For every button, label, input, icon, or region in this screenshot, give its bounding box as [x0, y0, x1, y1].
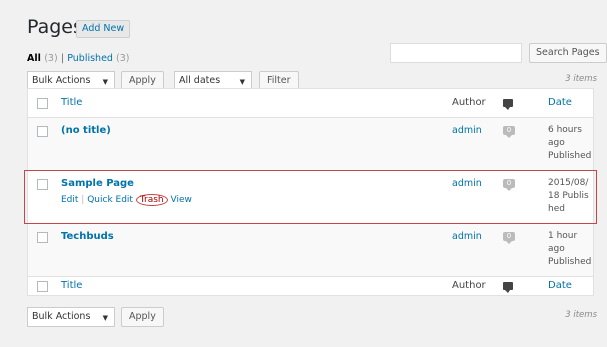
bulk-actions-select-bottom[interactable]: Bulk Actions ▼	[27, 307, 115, 327]
filter-all-label: All	[27, 53, 41, 64]
apply-button-bottom[interactable]: Apply	[121, 307, 164, 327]
select-all-checkbox-footer[interactable]	[37, 281, 48, 292]
search-input[interactable]	[390, 43, 522, 63]
column-title-header[interactable]: Title	[61, 97, 82, 108]
page-title-link[interactable]: (no title)	[61, 125, 111, 136]
comments-icon[interactable]	[503, 99, 513, 110]
row-checkbox[interactable]	[37, 232, 48, 243]
table-row: Techbuds admin 0 1 hour ago Published	[28, 224, 593, 276]
filter-published-count: (3)	[115, 53, 130, 64]
search-pages-button[interactable]: Search Pages	[529, 43, 607, 63]
column-author-footer: Author	[452, 280, 486, 291]
filter-all-link[interactable]: All (3)	[27, 53, 61, 64]
items-count-top: 3 items	[565, 74, 597, 84]
table-row: (no title) admin 0 6 hours ago Published	[28, 118, 593, 170]
filter-separator: |	[60, 53, 65, 64]
dropdown-arrow-icon: ▼	[102, 314, 108, 322]
comment-count-bubble[interactable]: 0	[503, 232, 515, 244]
highlight-annotation	[24, 170, 597, 224]
dates-value: All dates	[179, 75, 221, 86]
filter-published-link[interactable]: Published (3)	[67, 53, 129, 64]
column-author-header: Author	[452, 97, 486, 108]
status-filters: All (3) | Published (3)	[27, 53, 129, 64]
author-link[interactable]: admin	[452, 231, 482, 242]
row-date: 6 hours ago Published	[548, 125, 592, 161]
row-checkbox[interactable]	[37, 126, 48, 137]
bulk-actions-value: Bulk Actions	[32, 75, 91, 86]
comments-icon[interactable]	[503, 282, 513, 293]
comment-count-bubble[interactable]: 0	[503, 126, 515, 138]
column-date-footer[interactable]: Date	[548, 280, 572, 291]
author-link[interactable]: admin	[452, 125, 482, 136]
page-title: Pages	[27, 16, 83, 38]
page-title-link[interactable]: Techbuds	[61, 231, 114, 242]
row-date: 1 hour ago Published	[548, 231, 592, 267]
filter-all-count: (3)	[44, 53, 58, 64]
items-count-bottom: 3 items	[565, 310, 597, 320]
filter-published-label: Published	[67, 53, 113, 64]
select-all-checkbox[interactable]	[37, 98, 48, 109]
add-new-button[interactable]: Add New	[76, 20, 131, 38]
table-header-row: Title Author Date	[28, 89, 593, 118]
column-date-header[interactable]: Date	[548, 97, 572, 108]
bulk-actions-value: Bulk Actions	[32, 311, 91, 322]
table-footer-row: Title Author Date	[28, 276, 593, 296]
column-title-footer[interactable]: Title	[61, 280, 82, 291]
